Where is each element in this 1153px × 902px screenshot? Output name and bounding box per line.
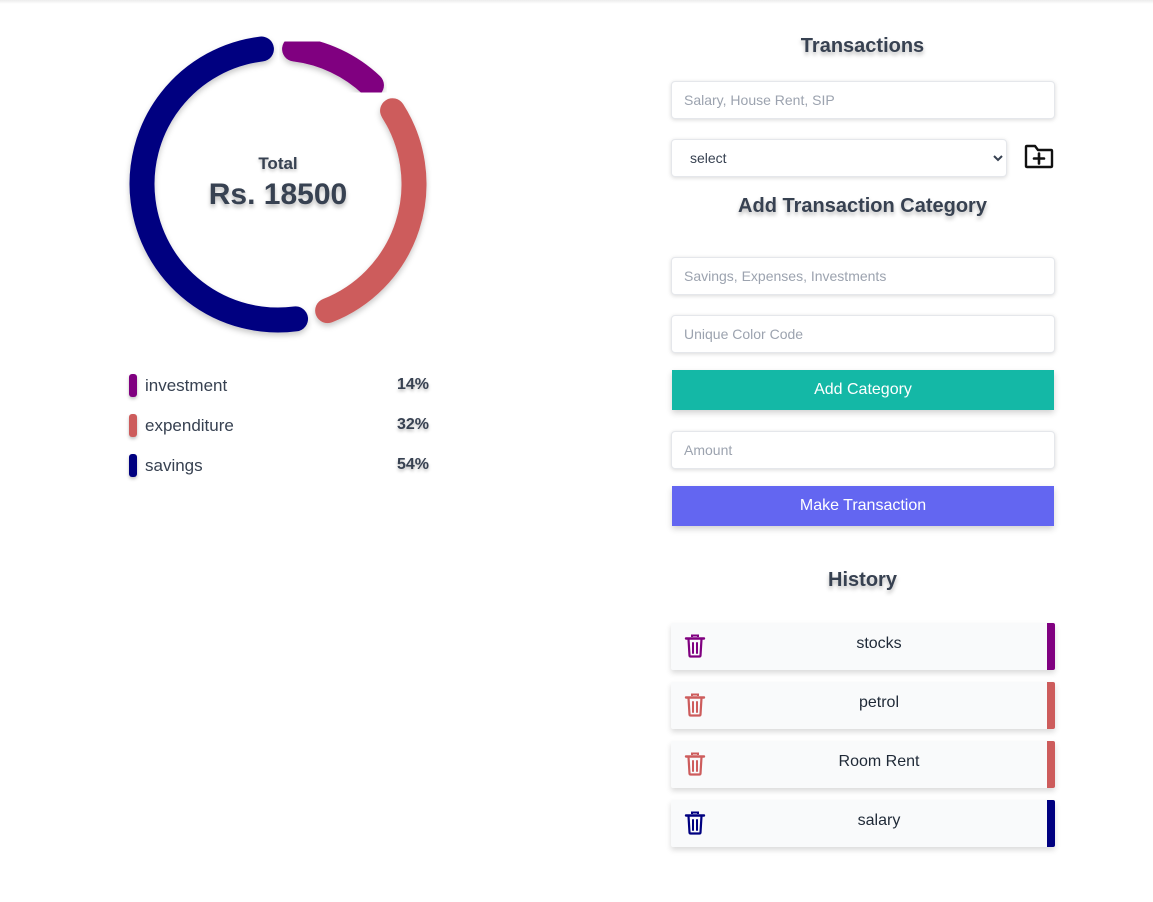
legend-item-investment: investment 14% <box>129 372 431 412</box>
legend-label: investment <box>145 376 228 395</box>
total-value: Rs. 18500 <box>208 178 348 211</box>
category-color-bar <box>1047 682 1055 729</box>
legend-swatch <box>129 414 137 437</box>
legend-item-expenditure: expenditure 32% <box>129 412 431 452</box>
folder-plus-icon-svg <box>1024 144 1054 169</box>
category-color-bar <box>1047 741 1055 788</box>
category-color-bar <box>1047 623 1055 670</box>
chart-legend: investment 14% expenditure 32% savings 5… <box>129 372 431 492</box>
chart-center-total: Total Rs. 18500 <box>118 154 438 212</box>
trash-icon[interactable] <box>684 811 706 835</box>
trash-icon[interactable] <box>684 693 706 717</box>
category-name-input[interactable] <box>671 257 1055 295</box>
add-category-heading: Add Transaction Category <box>738 195 987 217</box>
folder-plus-icon[interactable] <box>1024 142 1054 170</box>
legend-swatch <box>129 454 137 477</box>
history-item-name: stocks <box>856 635 902 652</box>
trash-icon[interactable] <box>684 634 706 658</box>
transactions-heading: Transactions <box>800 35 925 57</box>
total-label: Total <box>258 154 298 173</box>
legend-percent: 54% <box>396 456 429 473</box>
history-item: stocks <box>671 623 1055 670</box>
chart-segment-investment <box>282 36 384 98</box>
legend-percent: 14% <box>396 376 429 393</box>
make-transaction-button[interactable]: Make Transaction <box>672 486 1054 526</box>
history-item-name: petrol <box>858 694 900 711</box>
history-item: salary <box>671 800 1055 847</box>
history-item-name: Room Rent <box>838 753 920 770</box>
legend-label: expenditure <box>145 416 234 435</box>
top-shadow <box>0 0 1153 4</box>
transaction-type-select[interactable]: select <box>671 139 1007 177</box>
history-item-name: salary <box>857 812 901 829</box>
category-color-input[interactable] <box>671 315 1055 353</box>
amount-input[interactable] <box>671 431 1055 469</box>
transaction-name-input[interactable] <box>671 81 1055 119</box>
history-item: petrol <box>671 682 1055 729</box>
history-heading: History <box>828 569 897 591</box>
trash-icon[interactable] <box>684 752 706 776</box>
legend-swatch <box>129 374 137 397</box>
doughnut-chart: Total Rs. 18500 <box>118 26 438 346</box>
legend-label: savings <box>145 456 203 475</box>
category-color-bar <box>1047 800 1055 847</box>
legend-percent: 32% <box>396 416 429 433</box>
history-item: Room Rent <box>671 741 1055 788</box>
legend-item-savings: savings 54% <box>129 452 431 492</box>
add-category-button[interactable]: Add Category <box>672 370 1054 410</box>
